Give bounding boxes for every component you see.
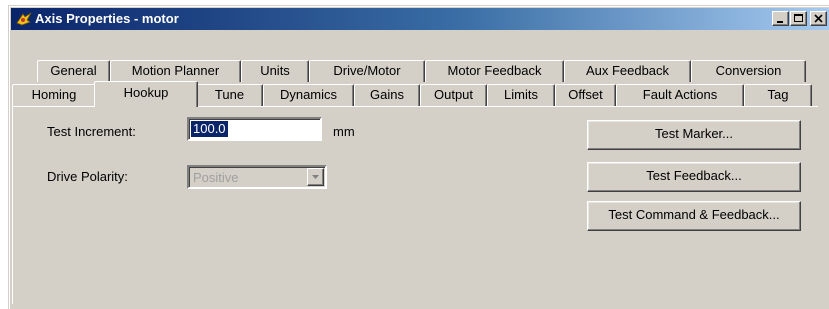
tab-limits[interactable]: Limits xyxy=(487,84,555,106)
tab-hookup[interactable]: Hookup xyxy=(94,81,198,107)
hookup-panel xyxy=(12,106,818,304)
maximize-icon xyxy=(794,14,803,22)
tab-general[interactable]: General xyxy=(37,60,110,82)
tab-conversion[interactable]: Conversion xyxy=(691,60,806,82)
tab-motor-feedback[interactable]: Motor Feedback xyxy=(425,60,564,82)
tab-drive-motor[interactable]: Drive/Motor xyxy=(309,60,425,82)
axis-properties-icon xyxy=(16,12,32,26)
tab-motion-planner[interactable]: Motion Planner xyxy=(110,60,241,82)
tab-homing[interactable]: Homing xyxy=(12,84,96,106)
tab-dynamics[interactable]: Dynamics xyxy=(263,84,354,106)
tab-output[interactable]: Output xyxy=(420,84,487,106)
maximize-button[interactable] xyxy=(790,11,807,26)
tab-aux-feedback[interactable]: Aux Feedback xyxy=(564,60,691,82)
tab-fault-actions[interactable]: Fault Actions xyxy=(616,84,744,106)
close-icon xyxy=(814,14,823,23)
minimize-button[interactable] xyxy=(772,11,789,26)
tab-units[interactable]: Units xyxy=(241,60,309,82)
tab-gains[interactable]: Gains xyxy=(354,84,420,106)
title-bar[interactable]: Axis Properties - motor xyxy=(11,8,829,30)
tab-tag[interactable]: Tag xyxy=(744,84,812,106)
tab-offset[interactable]: Offset xyxy=(555,84,616,106)
minimize-icon xyxy=(777,21,783,23)
window-title: Axis Properties - motor xyxy=(35,11,179,26)
tab-tune[interactable]: Tune xyxy=(196,84,263,106)
close-button[interactable] xyxy=(810,11,827,26)
